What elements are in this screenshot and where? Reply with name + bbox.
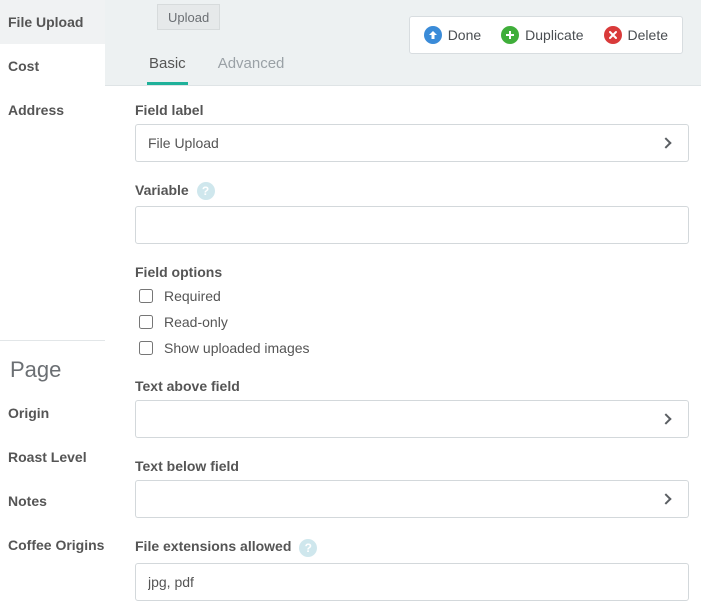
group-field-label: Field label: [135, 102, 689, 162]
group-text-above: Text above field: [135, 378, 689, 438]
sidebar-item-label: Notes: [8, 493, 47, 509]
done-button[interactable]: Done: [414, 17, 491, 53]
sidebar-fields-section: File Upload Cost Address: [0, 0, 105, 132]
sidebar-page-heading: Page: [0, 341, 105, 391]
plus-icon: [501, 26, 519, 44]
sidebar-item-file-upload[interactable]: File Upload: [0, 0, 105, 44]
field-label-expand-button[interactable]: [643, 124, 689, 162]
checkbox-show-images[interactable]: [139, 341, 153, 355]
checkbox-required-label: Required: [164, 288, 221, 304]
label-variable: Variable ?: [135, 182, 689, 200]
text-below-expand-button[interactable]: [643, 480, 689, 518]
sidebar-page-notes[interactable]: Notes: [0, 479, 105, 523]
group-extensions: File extensions allowed ?: [135, 538, 689, 600]
text-above-expand-button[interactable]: [643, 400, 689, 438]
sidebar: File Upload Cost Address Page Origin Roa…: [0, 0, 105, 609]
sidebar-item-cost[interactable]: Cost: [0, 44, 105, 88]
tab-basic[interactable]: Basic: [147, 55, 188, 85]
input-field-label[interactable]: [135, 124, 643, 162]
sidebar-item-label: Address: [8, 102, 64, 118]
arrow-up-icon: [424, 26, 442, 44]
sidebar-item-label: Origin: [8, 405, 49, 421]
delete-label: Delete: [628, 27, 668, 43]
label-extensions: File extensions allowed ?: [135, 538, 689, 556]
option-show-images[interactable]: Show uploaded images: [135, 338, 689, 358]
chevron-right-icon: [660, 414, 671, 425]
sidebar-page-roast-level[interactable]: Roast Level: [0, 435, 105, 479]
sidebar-item-label: File Upload: [8, 14, 83, 30]
checkbox-readonly[interactable]: [139, 315, 153, 329]
main-top-bar: Upload Done Duplicate: [105, 0, 701, 86]
sidebar-page-origin[interactable]: Origin: [0, 391, 105, 435]
group-variable: Variable ?: [135, 182, 689, 244]
input-variable[interactable]: [135, 206, 689, 244]
help-icon[interactable]: ?: [299, 539, 317, 557]
label-field-options: Field options: [135, 264, 689, 280]
chevron-right-icon: [660, 137, 671, 148]
sidebar-item-label: Cost: [8, 58, 39, 74]
x-icon: [604, 26, 622, 44]
help-icon[interactable]: ?: [197, 182, 215, 200]
sidebar-item-label: Coffee Origins: [8, 537, 104, 553]
label-text-above: Text above field: [135, 378, 689, 394]
duplicate-button[interactable]: Duplicate: [491, 17, 593, 53]
input-extensions[interactable]: [135, 563, 689, 601]
duplicate-label: Duplicate: [525, 27, 583, 43]
checkbox-required[interactable]: [139, 289, 153, 303]
group-field-options: Field options Required Read-only Show up…: [135, 264, 689, 358]
label-field-label: Field label: [135, 102, 689, 118]
checkbox-show-images-label: Show uploaded images: [164, 340, 310, 356]
label-text-below: Text below field: [135, 458, 689, 474]
input-text-below[interactable]: [135, 480, 643, 518]
chevron-right-icon: [660, 494, 671, 505]
action-bar: Done Duplicate Delete: [409, 16, 683, 54]
input-text-above[interactable]: [135, 400, 643, 438]
sidebar-item-address[interactable]: Address: [0, 88, 105, 132]
option-required[interactable]: Required: [135, 286, 689, 306]
delete-button[interactable]: Delete: [594, 17, 678, 53]
checkbox-readonly-label: Read-only: [164, 314, 228, 330]
upload-button[interactable]: Upload: [157, 4, 220, 30]
sidebar-item-label: Roast Level: [8, 449, 87, 465]
sidebar-page-coffee-origins[interactable]: Coffee Origins: [0, 523, 105, 567]
group-text-below: Text below field: [135, 458, 689, 518]
option-readonly[interactable]: Read-only: [135, 312, 689, 332]
tab-advanced[interactable]: Advanced: [216, 55, 287, 85]
main-panel: Upload Done Duplicate: [105, 0, 701, 609]
done-label: Done: [448, 27, 481, 43]
form-area: Field label Variable ? Field op: [105, 86, 701, 609]
